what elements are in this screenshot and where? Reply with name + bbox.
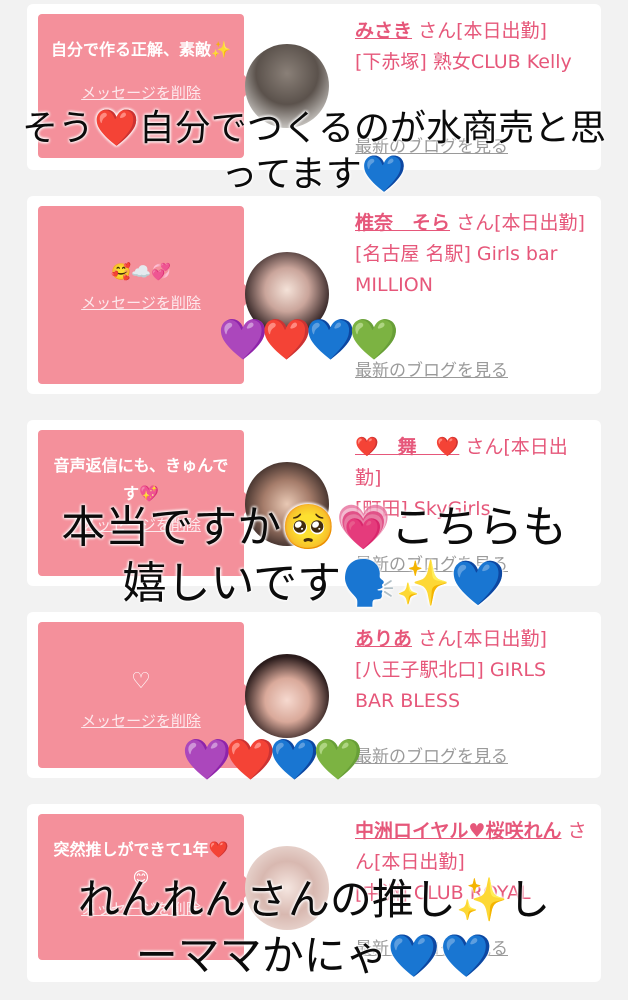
overlay-caption-line: 嬉しいです🗣️✨💙 [122,558,506,609]
message-bubble: 🥰☁️💞 メッセージを削除 [38,206,255,384]
attendance-label: さん[本日出勤] [418,20,547,42]
attendance-label: さん[本日出勤] [456,212,585,234]
cast-name-link[interactable]: 中洲ロイヤル♥桜咲れん [355,820,561,842]
overlay-caption-line: ーママかにゃ💙💙 [135,931,493,980]
message-text: ♡ [131,669,151,694]
delete-message-link[interactable]: メッセージを削除 [38,710,244,731]
shop-name[interactable]: [名古屋 名駅] Girls bar MILLION [355,243,557,296]
heart-stickers: 💜❤️💙💚 [218,317,399,363]
overlay-caption: 本当ですか🥺💗こちらも 嬉しいです🗣️✨💙 [0,500,628,612]
cast-info: みさき さん[本日出勤] [下赤塚] 熟女CLUB Kelly [355,16,591,78]
heart-stickers: 💜❤️💙💚 [182,737,363,783]
cast-info: 椎奈 そら さん[本日出勤] [名古屋 名駅] Girls bar MILLIO… [355,208,591,301]
delete-message-link[interactable]: メッセージを削除 [38,82,244,103]
shop-name[interactable]: [八王子駅北口] GIRLS BAR BLESS [355,659,546,712]
avatar[interactable] [245,654,329,738]
message-text: 自分で作る正解、素敵✨ [51,40,231,59]
cast-name-link[interactable]: ❤️ 舞 ❤️ [355,436,459,458]
delete-message-link[interactable]: メッセージを削除 [38,292,244,313]
cast-name-link[interactable]: 椎奈 そら [355,212,450,234]
message-text: 🥰☁️💞 [111,262,171,281]
message-card: 🥰☁️💞 メッセージを削除 椎奈 そら さん[本日出勤] [名古屋 名駅] Gi… [27,196,601,394]
overlay-caption: れんれんさんの推し✨し ーママかにゃ💙💙 [0,872,628,984]
overlay-caption: そう❤️自分でつくるのが水商売と思 ってます💙 [0,106,628,198]
overlay-caption-line: れんれんさんの推し✨し [77,875,551,924]
blog-link[interactable]: 最新のブログを見る [355,742,508,767]
overlay-caption-line: 本当ですか🥺💗こちらも [61,502,567,553]
attendance-label: さん[本日出勤] [418,628,547,650]
cast-info: ありあ さん[本日出勤] [八王子駅北口] GIRLS BAR BLESS [355,624,591,717]
cast-name-link[interactable]: みさき [355,20,412,42]
cast-name-link[interactable]: ありあ [355,628,412,650]
overlay-caption-line: そう❤️自分でつくるのが水商売と思 [21,108,607,149]
shop-name[interactable]: [下赤塚] 熟女CLUB Kelly [355,51,572,73]
overlay-caption-line: ってます💙 [221,154,407,195]
